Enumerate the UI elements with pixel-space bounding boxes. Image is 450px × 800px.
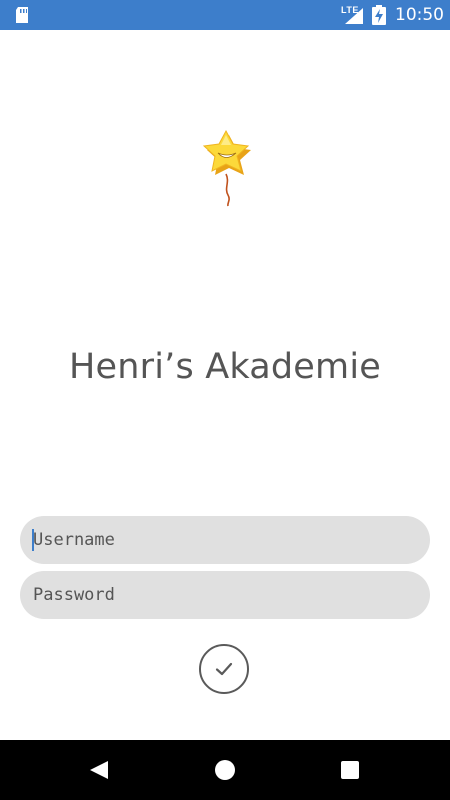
star-balloon-logo: [202, 129, 251, 207]
password-input[interactable]: [20, 571, 430, 619]
navigation-bar: [0, 740, 450, 800]
text-caret: [32, 529, 34, 551]
checkmark-icon: [215, 662, 233, 676]
status-bar: LTE 10:50: [0, 0, 450, 30]
battery-charging-icon: [372, 5, 386, 25]
username-input[interactable]: [20, 516, 430, 564]
app-title: Henri’s Akademie: [69, 347, 381, 387]
back-icon[interactable]: [88, 759, 110, 781]
recents-icon[interactable]: [340, 760, 360, 780]
password-field-container: [20, 571, 430, 619]
username-field-container: [20, 516, 430, 564]
status-clock: 10:50: [395, 5, 444, 25]
signal-icon: [345, 8, 363, 24]
sd-card-icon: [16, 7, 28, 23]
submit-button[interactable]: [199, 644, 249, 694]
home-icon[interactable]: [214, 759, 236, 781]
